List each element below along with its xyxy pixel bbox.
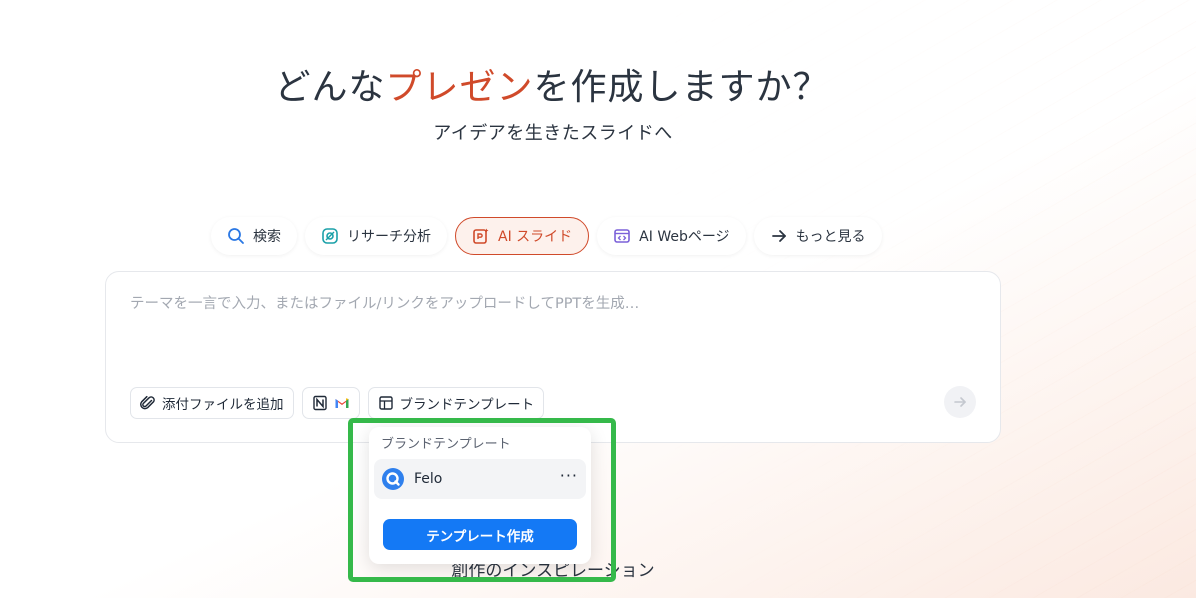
send-button[interactable] <box>944 386 976 418</box>
tab-research-label: リサーチ分析 <box>347 229 431 245</box>
mode-tabs: 検索 リサーチ分析 AI スライド AI Webページ もっと見る <box>211 217 882 255</box>
code-window-icon <box>614 229 630 243</box>
gmail-icon <box>335 398 348 408</box>
tab-ai-slide[interactable]: AI スライド <box>455 217 590 255</box>
tab-ai-webpage[interactable]: AI Webページ <box>597 217 746 255</box>
title-accent: プレゼン <box>385 67 534 108</box>
tab-ai-webpage-label: AI Webページ <box>639 229 730 245</box>
tab-more[interactable]: もっと見る <box>753 217 882 255</box>
title-part-1: どんな <box>274 67 386 108</box>
composer-toolbar: 添付ファイルを追加 ブランドテンプレート <box>130 387 545 419</box>
template-item-name: Felo <box>414 471 443 487</box>
dropdown-title: ブランドテンプレート <box>381 437 511 452</box>
arrow-right-icon <box>771 230 786 242</box>
attach-file-label: 添付ファイルを追加 <box>162 397 284 413</box>
title-part-2: を作成しますか？ <box>533 67 830 108</box>
layout-template-icon <box>378 396 393 410</box>
notion-icon <box>312 395 327 411</box>
tab-search-label: 検索 <box>253 229 281 245</box>
paperclip-icon <box>140 395 155 410</box>
tab-ai-slide-label: AI スライド <box>498 229 573 245</box>
research-icon <box>322 228 338 244</box>
search-icon <box>228 228 244 244</box>
tab-more-label: もっと見る <box>795 229 866 245</box>
page-subtitle: アイデアを生きたスライドへ <box>433 123 673 144</box>
brand-template-label: ブランドテンプレート <box>399 397 535 413</box>
prompt-composer: 添付ファイルを追加 ブランドテンプレート <box>105 271 1001 443</box>
brand-template-button[interactable]: ブランドテンプレート <box>367 387 545 419</box>
integrations-button[interactable] <box>301 387 360 419</box>
send-arrow-icon <box>954 397 966 407</box>
tab-search[interactable]: 検索 <box>211 217 297 255</box>
attach-file-button[interactable]: 添付ファイルを追加 <box>130 387 294 419</box>
page-title: どんなプレゼンを作成しますか？ <box>0 58 1104 110</box>
more-options-icon[interactable]: ··· <box>560 468 578 484</box>
slide-icon <box>473 228 489 244</box>
create-template-button[interactable]: テンプレート作成 <box>383 519 577 550</box>
felo-logo-icon <box>382 468 404 490</box>
prompt-input[interactable] <box>130 292 970 352</box>
template-item-felo[interactable]: Felo ··· <box>374 459 586 499</box>
tab-research[interactable]: リサーチ分析 <box>305 217 447 255</box>
brand-template-dropdown: ブランドテンプレート Felo ··· テンプレート作成 <box>369 427 591 564</box>
